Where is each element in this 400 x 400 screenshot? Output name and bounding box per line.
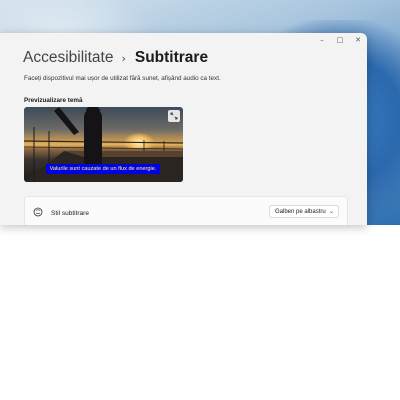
caption-style-dropdown[interactable]: Galben pe albastru ⌄ bbox=[269, 205, 339, 218]
settings-window: – □ ✕ Accesibilitate › Subtitrare Faceți… bbox=[0, 33, 367, 225]
preview-label: Previzualizare temă bbox=[24, 97, 83, 104]
caption-style-icon bbox=[33, 207, 43, 217]
window-controls: – □ ✕ bbox=[313, 33, 367, 47]
chevron-down-icon: ⌄ bbox=[328, 208, 334, 215]
page-description: Faceți dispozitivul mai ușor de utilizat… bbox=[24, 75, 221, 82]
preview-caption-text: Valurile sunt cauzate de un flux de ener… bbox=[49, 166, 157, 172]
breadcrumb-separator-icon: › bbox=[121, 51, 126, 65]
expand-preview-button[interactable] bbox=[168, 110, 180, 122]
maximize-button[interactable]: □ bbox=[331, 33, 349, 47]
page-title: Subtitrare bbox=[134, 49, 209, 66]
breadcrumb: Accesibilitate › Subtitrare bbox=[23, 49, 208, 67]
caption-style-setting: Stil subtitrare Galben pe albastru ⌄ bbox=[24, 196, 348, 225]
preview-person bbox=[84, 109, 102, 169]
breadcrumb-parent-link[interactable]: Accesibilitate bbox=[23, 49, 113, 67]
preview-caption: Valurile sunt cauzate de un flux de ener… bbox=[46, 164, 160, 174]
theme-preview-image: Valurile sunt cauzate de un flux de ener… bbox=[24, 107, 183, 182]
caption-style-label: Stil subtitrare bbox=[51, 210, 89, 217]
caption-style-value: Galben pe albastru bbox=[275, 208, 326, 215]
expand-icon bbox=[170, 112, 178, 120]
minimize-button[interactable]: – bbox=[313, 33, 331, 47]
close-button[interactable]: ✕ bbox=[349, 33, 367, 47]
